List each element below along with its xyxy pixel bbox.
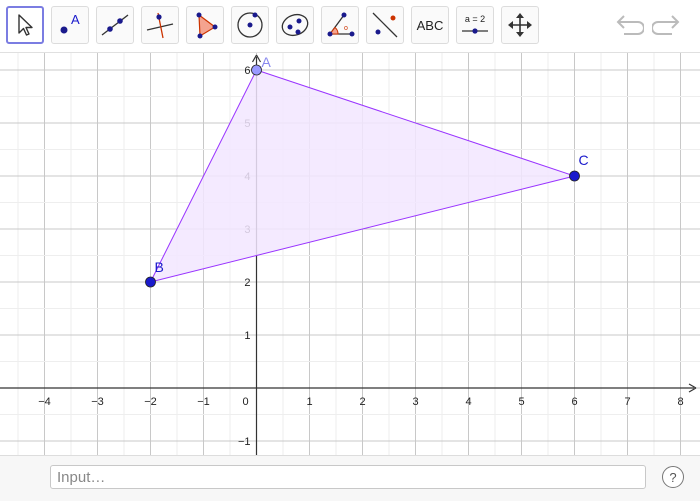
line-tool-button[interactable] bbox=[96, 6, 134, 44]
help-button[interactable]: ? bbox=[662, 466, 684, 488]
redo-button[interactable] bbox=[651, 12, 682, 43]
svg-text:A: A bbox=[71, 12, 80, 27]
point-label-a: A bbox=[262, 54, 272, 70]
circle-center-point-icon bbox=[237, 12, 263, 38]
reflect-about-line-icon bbox=[372, 12, 398, 38]
polygon-icon bbox=[196, 12, 218, 39]
point-c[interactable] bbox=[569, 170, 580, 182]
point-label-c: C bbox=[579, 152, 589, 168]
coordinate-plane[interactable]: −4−3−2−1012345678−1123456ABC bbox=[0, 53, 700, 455]
slider-tool-button[interactable]: a = 2 bbox=[456, 6, 494, 44]
undo-button[interactable] bbox=[614, 12, 645, 43]
undo-icon bbox=[616, 15, 645, 35]
point-label-b: B bbox=[155, 259, 164, 275]
y-tick-label: −1 bbox=[238, 436, 251, 448]
ellipse-icon bbox=[281, 13, 309, 37]
x-tick-label: −1 bbox=[197, 396, 210, 408]
circle-tool-button[interactable] bbox=[231, 6, 269, 44]
x-tick-label: 3 bbox=[412, 396, 418, 408]
svg-text:o: o bbox=[344, 25, 348, 32]
slider-icon: a = 2 bbox=[462, 14, 488, 34]
perpendicular-tool-button[interactable] bbox=[141, 6, 179, 44]
x-tick-label: 7 bbox=[624, 396, 630, 408]
y-tick-label: 6 bbox=[244, 65, 250, 77]
x-tick-label: 1 bbox=[306, 396, 312, 408]
text-tool-button[interactable]: ABC bbox=[411, 6, 449, 44]
point-tool-button[interactable]: A bbox=[51, 6, 89, 44]
line-through-two-points-icon bbox=[101, 14, 129, 36]
x-tick-label: −3 bbox=[91, 396, 104, 408]
y-tick-label: 2 bbox=[244, 277, 250, 289]
move-graphics-view-icon bbox=[508, 13, 532, 37]
input-field[interactable] bbox=[50, 465, 646, 489]
x-tick-label: 4 bbox=[465, 396, 471, 408]
point-a[interactable] bbox=[251, 64, 262, 76]
angle-tool-button[interactable]: o bbox=[321, 6, 359, 44]
point-b[interactable] bbox=[145, 276, 156, 288]
toolbar: A o ABC a = 2 bbox=[0, 0, 700, 53]
graphics-view[interactable]: −4−3−2−1012345678−1123456ABC bbox=[0, 53, 700, 455]
ellipse-tool-button[interactable] bbox=[276, 6, 314, 44]
svg-text:a = 2: a = 2 bbox=[465, 14, 485, 24]
perpendicular-line-icon bbox=[146, 12, 174, 39]
input-bar: ? bbox=[0, 455, 700, 501]
move-view-tool-button[interactable] bbox=[501, 6, 539, 44]
point-icon: A bbox=[60, 12, 80, 34]
y-tick-label: 1 bbox=[244, 330, 250, 342]
x-tick-label: 0 bbox=[242, 396, 248, 408]
x-tick-label: 5 bbox=[518, 396, 524, 408]
reflect-tool-button[interactable] bbox=[366, 6, 404, 44]
angle-icon: o bbox=[327, 12, 355, 37]
x-tick-label: 8 bbox=[677, 396, 683, 408]
polygon-tool-button[interactable] bbox=[186, 6, 224, 44]
x-tick-label: 6 bbox=[571, 396, 577, 408]
x-tick-label: 2 bbox=[359, 396, 365, 408]
text-tool-label: ABC bbox=[416, 17, 444, 33]
arrow-cursor-icon bbox=[18, 14, 33, 36]
x-tick-label: −2 bbox=[144, 396, 157, 408]
redo-icon bbox=[651, 15, 680, 35]
move-tool-button[interactable] bbox=[6, 6, 44, 44]
x-tick-label: −4 bbox=[38, 396, 51, 408]
